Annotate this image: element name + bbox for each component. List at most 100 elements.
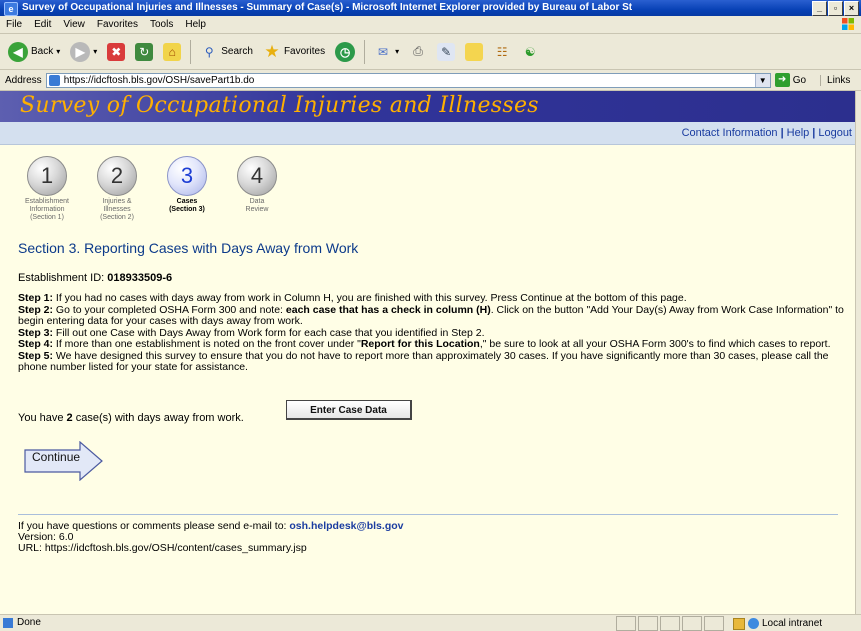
print-button[interactable]: ⎙ xyxy=(405,41,431,63)
home-icon: ⌂ xyxy=(163,42,182,61)
top-links: Contact Information | Help | Logout xyxy=(0,122,855,145)
edit-button[interactable]: ✎ xyxy=(433,41,459,63)
establishment-id-label: Establishment ID: xyxy=(18,272,105,284)
folder-icon xyxy=(465,42,484,61)
ie-app-icon: e xyxy=(4,2,18,16)
footer-divider xyxy=(18,514,838,515)
stop-icon: ✖ xyxy=(107,42,126,61)
instruction-step-2: Step 2: Go to your completed OSHA Form 3… xyxy=(18,303,844,327)
continue-button[interactable]: Continue xyxy=(24,441,104,481)
research-button[interactable]: ☷ xyxy=(489,41,515,63)
menu-edit[interactable]: Edit xyxy=(28,16,57,33)
step-label: Establishment Information (Section 1) xyxy=(25,198,69,221)
forward-button[interactable]: ▶ ▾ xyxy=(66,40,101,64)
chevron-down-icon: ▾ xyxy=(395,47,400,56)
step-2[interactable]: 2 Injuries & Illnesses (Section 2) xyxy=(82,152,152,222)
window-title-bar: e Survey of Occupational Injuries and Ill… xyxy=(0,0,861,16)
step-circle: 2 xyxy=(97,156,137,196)
window-title: Survey of Occupational Injuries and Illn… xyxy=(22,2,633,13)
address-bar: Address https://idcftosh.bls.gov/OSH/sav… xyxy=(0,70,861,91)
status-panel xyxy=(660,616,680,631)
vertical-scrollbar[interactable] xyxy=(855,91,861,614)
toolbar-separator xyxy=(190,39,192,64)
home-button[interactable]: ⌂ xyxy=(159,41,185,63)
step-3[interactable]: 3 Cases (Section 3) xyxy=(152,152,222,222)
windows-logo-icon xyxy=(842,18,854,30)
address-label: Address xyxy=(5,74,42,86)
banner-title: Survey of Occupational Injuries and Illn… xyxy=(20,93,539,118)
history-button[interactable]: ◷ xyxy=(331,40,359,64)
folder-button[interactable] xyxy=(461,41,487,63)
progress-steps: 1 Establishment Information (Section 1) 2 … xyxy=(12,152,292,222)
back-button[interactable]: ◀ Back ▾ xyxy=(4,40,64,64)
step-circle: 1 xyxy=(27,156,67,196)
step-label: Injuries & Illnesses (Section 2) xyxy=(100,198,134,221)
status-panels xyxy=(616,616,724,631)
maximize-button[interactable]: ▫ xyxy=(828,1,843,16)
print-icon: ⎙ xyxy=(413,44,423,58)
instructions: Step 1: If you had no cases with days aw… xyxy=(18,292,844,374)
status-panel xyxy=(682,616,702,631)
go-arrow-icon: ➜ xyxy=(774,73,790,87)
edit-icon: ✎ xyxy=(437,42,456,61)
security-zone: Local intranet xyxy=(733,616,822,631)
menu-favorites[interactable]: Favorites xyxy=(91,16,144,33)
chevron-down-icon[interactable]: ▼ xyxy=(754,73,770,87)
step-4[interactable]: 4 Data Review xyxy=(222,152,292,222)
browser-toolbar: ◀ Back ▾ ▶ ▾ ✖ ↻ ⌂ ⚲ Search ★ Favorites … xyxy=(0,34,861,70)
messenger-icon: ☯ xyxy=(524,44,536,59)
chevron-down-icon: ▾ xyxy=(56,47,61,56)
step-circle: 3 xyxy=(167,156,207,196)
close-button[interactable]: × xyxy=(844,1,859,16)
search-button[interactable]: ⚲ Search xyxy=(196,41,257,63)
section-title: Section 3. Reporting Cases with Days Awa… xyxy=(18,240,359,256)
page-content: Survey of Occupational Injuries and Illn… xyxy=(0,91,855,614)
step-circle: 4 xyxy=(237,156,277,196)
status-panel xyxy=(704,616,724,631)
toolbar-separator xyxy=(364,39,366,64)
stop-button[interactable]: ✖ xyxy=(103,41,129,63)
refresh-icon: ↻ xyxy=(135,42,154,61)
cases-summary: You have 2 case(s) with days away from w… xyxy=(18,412,244,424)
link-separator: | xyxy=(812,127,816,139)
minimize-button[interactable]: _ xyxy=(812,1,827,16)
status-bar: Done Local intranet xyxy=(0,614,861,631)
site-banner: Survey of Occupational Injuries and Illn… xyxy=(0,91,855,122)
go-button[interactable]: ➜ Go xyxy=(774,73,806,87)
step-label: Data Review xyxy=(245,198,269,213)
page-icon xyxy=(48,74,60,86)
page-url-text: URL: https://idcftosh.bls.gov/OSH/conten… xyxy=(18,542,307,554)
page-footer: If you have questions or comments please… xyxy=(18,520,404,554)
enter-case-data-button[interactable]: Enter Case Data xyxy=(286,400,412,420)
instruction-step-5: Step 5: We have designed this survey to … xyxy=(18,349,829,373)
refresh-button[interactable]: ↻ xyxy=(131,41,157,63)
messenger-button[interactable]: ☯ xyxy=(517,41,543,63)
menu-view[interactable]: View xyxy=(57,16,91,33)
status-panel xyxy=(638,616,658,631)
menu-file[interactable]: File xyxy=(0,16,28,33)
establishment-id-value: 018933509-6 xyxy=(107,272,173,284)
help-link[interactable]: Help xyxy=(787,127,810,139)
research-icon: ☷ xyxy=(496,44,508,59)
helpdesk-email-link[interactable]: osh.helpdesk@bls.gov xyxy=(289,520,403,532)
chevron-down-icon: ▾ xyxy=(93,47,98,56)
menu-bar: File Edit View Favorites Tools Help xyxy=(0,16,861,34)
status-panel xyxy=(616,616,636,631)
mail-icon: ✉ xyxy=(378,44,389,59)
favorites-button[interactable]: ★ Favorites xyxy=(259,41,329,63)
establishment-id: Establishment ID: 018933509-6 xyxy=(18,272,172,284)
lock-icon xyxy=(733,617,745,630)
address-input[interactable]: https://idcftosh.bls.gov/OSH/savePart1b.… xyxy=(45,72,771,88)
links-button[interactable]: Links xyxy=(820,74,850,86)
star-icon: ★ xyxy=(264,41,280,61)
step-label: Cases (Section 3) xyxy=(169,198,205,213)
menu-tools[interactable]: Tools xyxy=(144,16,179,33)
menu-help[interactable]: Help xyxy=(179,16,212,33)
window-controls: _ ▫ × xyxy=(812,1,859,16)
logout-link[interactable]: Logout xyxy=(818,127,852,139)
page-done-icon xyxy=(3,617,13,628)
mail-button[interactable]: ✉ ▾ xyxy=(370,41,403,63)
step-1[interactable]: 1 Establishment Information (Section 1) xyxy=(12,152,82,222)
link-separator: | xyxy=(780,127,784,139)
contact-information-link[interactable]: Contact Information xyxy=(682,127,778,139)
